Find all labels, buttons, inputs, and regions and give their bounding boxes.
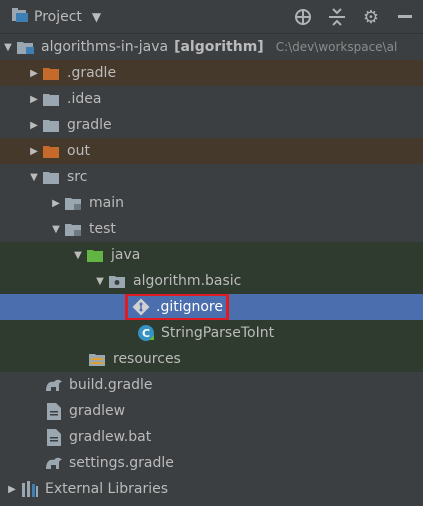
excluded-folder-icon xyxy=(42,64,62,82)
tree-item-out[interactable]: ▶ out xyxy=(0,138,423,164)
collapse-arrow-icon[interactable]: ▼ xyxy=(48,224,64,235)
expand-arrow-icon[interactable]: ▶ xyxy=(26,146,42,157)
tree-item-build-gradle[interactable]: build.gradle xyxy=(0,372,423,398)
tree-item-external-libraries[interactable]: ▶ External Libraries xyxy=(0,476,423,502)
test-source-folder-icon xyxy=(86,246,106,264)
expand-arrow-icon[interactable]: ▶ xyxy=(4,484,20,495)
tree-item-label: settings.gradle xyxy=(69,455,174,471)
module-name: [algorithm] xyxy=(174,39,264,55)
tree-item-label: build.gradle xyxy=(69,377,153,393)
tree-item-class[interactable]: C StringParseToInt xyxy=(0,320,423,346)
tree-item-label: resources xyxy=(113,351,181,367)
tree-item-gradle[interactable]: ▶ gradle xyxy=(0,112,423,138)
gradle-icon xyxy=(44,454,64,472)
collapse-arrow-icon[interactable]: ▼ xyxy=(70,250,86,261)
tree-item-gitignore[interactable]: .gitignore xyxy=(0,294,423,320)
tree-item-label: test xyxy=(89,221,116,237)
folder-icon xyxy=(64,194,84,212)
java-class-icon: C xyxy=(136,324,156,342)
svg-text:C: C xyxy=(142,327,150,340)
folder-icon xyxy=(42,116,62,134)
tree-item-src[interactable]: ▼ src xyxy=(0,164,423,190)
tree-item-resources[interactable]: resources xyxy=(0,346,423,372)
folder-icon xyxy=(64,220,84,238)
expand-arrow-icon[interactable]: ▶ xyxy=(26,68,42,79)
tree-item-gradlew-bat[interactable]: gradlew.bat xyxy=(0,424,423,450)
package-icon xyxy=(108,272,128,290)
highlight-box: .gitignore xyxy=(125,294,229,320)
tree-item-package[interactable]: ▼ algorithm.basic xyxy=(0,268,423,294)
tree-item-label: .gradle xyxy=(67,65,117,81)
view-title: Project xyxy=(34,9,82,25)
tree-item-settings-gradle[interactable]: settings.gradle xyxy=(0,450,423,476)
tree-item-label: StringParseToInt xyxy=(161,325,275,341)
root-name: algorithms-in-java xyxy=(41,39,169,55)
module-folder-icon xyxy=(16,38,36,56)
resources-folder-icon xyxy=(88,350,108,368)
minimize-icon[interactable] xyxy=(395,7,415,27)
collapse-arrow-icon[interactable]: ▼ xyxy=(26,172,42,183)
gear-icon[interactable]: ⚙ xyxy=(361,7,381,28)
tree-item-main[interactable]: ▶ main xyxy=(0,190,423,216)
project-tree: ▼ algorithms-in-java [algorithm] C:\dev\… xyxy=(0,34,423,506)
tree-item-label: gradlew xyxy=(69,403,126,419)
gradle-icon xyxy=(44,376,64,394)
library-icon xyxy=(20,480,40,498)
chevron-down-icon[interactable]: ▼ xyxy=(92,10,101,24)
file-icon xyxy=(44,428,64,446)
excluded-folder-icon xyxy=(42,142,62,160)
tree-item-label: gradlew.bat xyxy=(69,429,152,445)
project-icon xyxy=(12,8,28,26)
tree-item-label: java xyxy=(111,247,141,263)
collapse-arrow-icon[interactable]: ▼ xyxy=(92,276,108,287)
collapse-all-icon[interactable] xyxy=(327,7,347,27)
tree-item-label: algorithm.basic xyxy=(133,273,242,289)
tree-item-label: .idea xyxy=(67,91,102,107)
expand-arrow-icon[interactable]: ▼ xyxy=(0,42,16,53)
expand-arrow-icon[interactable]: ▶ xyxy=(48,198,64,209)
crosshair-icon[interactable] xyxy=(293,7,313,27)
tree-item-label: External Libraries xyxy=(45,481,168,497)
tree-item-label: .gitignore xyxy=(156,299,223,315)
tree-item-root[interactable]: ▼ algorithms-in-java [algorithm] C:\dev\… xyxy=(0,34,423,60)
tree-item-test[interactable]: ▼ test xyxy=(0,216,423,242)
tree-item-label: out xyxy=(67,143,90,159)
project-view-selector[interactable]: Project ▼ xyxy=(12,0,101,34)
folder-icon xyxy=(42,168,62,186)
file-icon xyxy=(44,402,64,420)
tree-item-label: main xyxy=(89,195,124,211)
git-file-icon xyxy=(131,298,151,316)
tree-item-gradle-dot[interactable]: ▶ .gradle xyxy=(0,60,423,86)
folder-icon xyxy=(42,90,62,108)
tree-item-gradlew[interactable]: gradlew xyxy=(0,398,423,424)
tree-item-label: gradle xyxy=(67,117,112,133)
root-path: C:\dev\workspace\al xyxy=(275,40,398,54)
expand-arrow-icon[interactable]: ▶ xyxy=(26,94,42,105)
project-tool-window-header: Project ▼ ⚙ xyxy=(0,0,423,34)
tree-item-label: src xyxy=(67,169,88,185)
expand-arrow-icon[interactable]: ▶ xyxy=(26,120,42,131)
tree-item-idea[interactable]: ▶ .idea xyxy=(0,86,423,112)
tree-item-java[interactable]: ▼ java xyxy=(0,242,423,268)
